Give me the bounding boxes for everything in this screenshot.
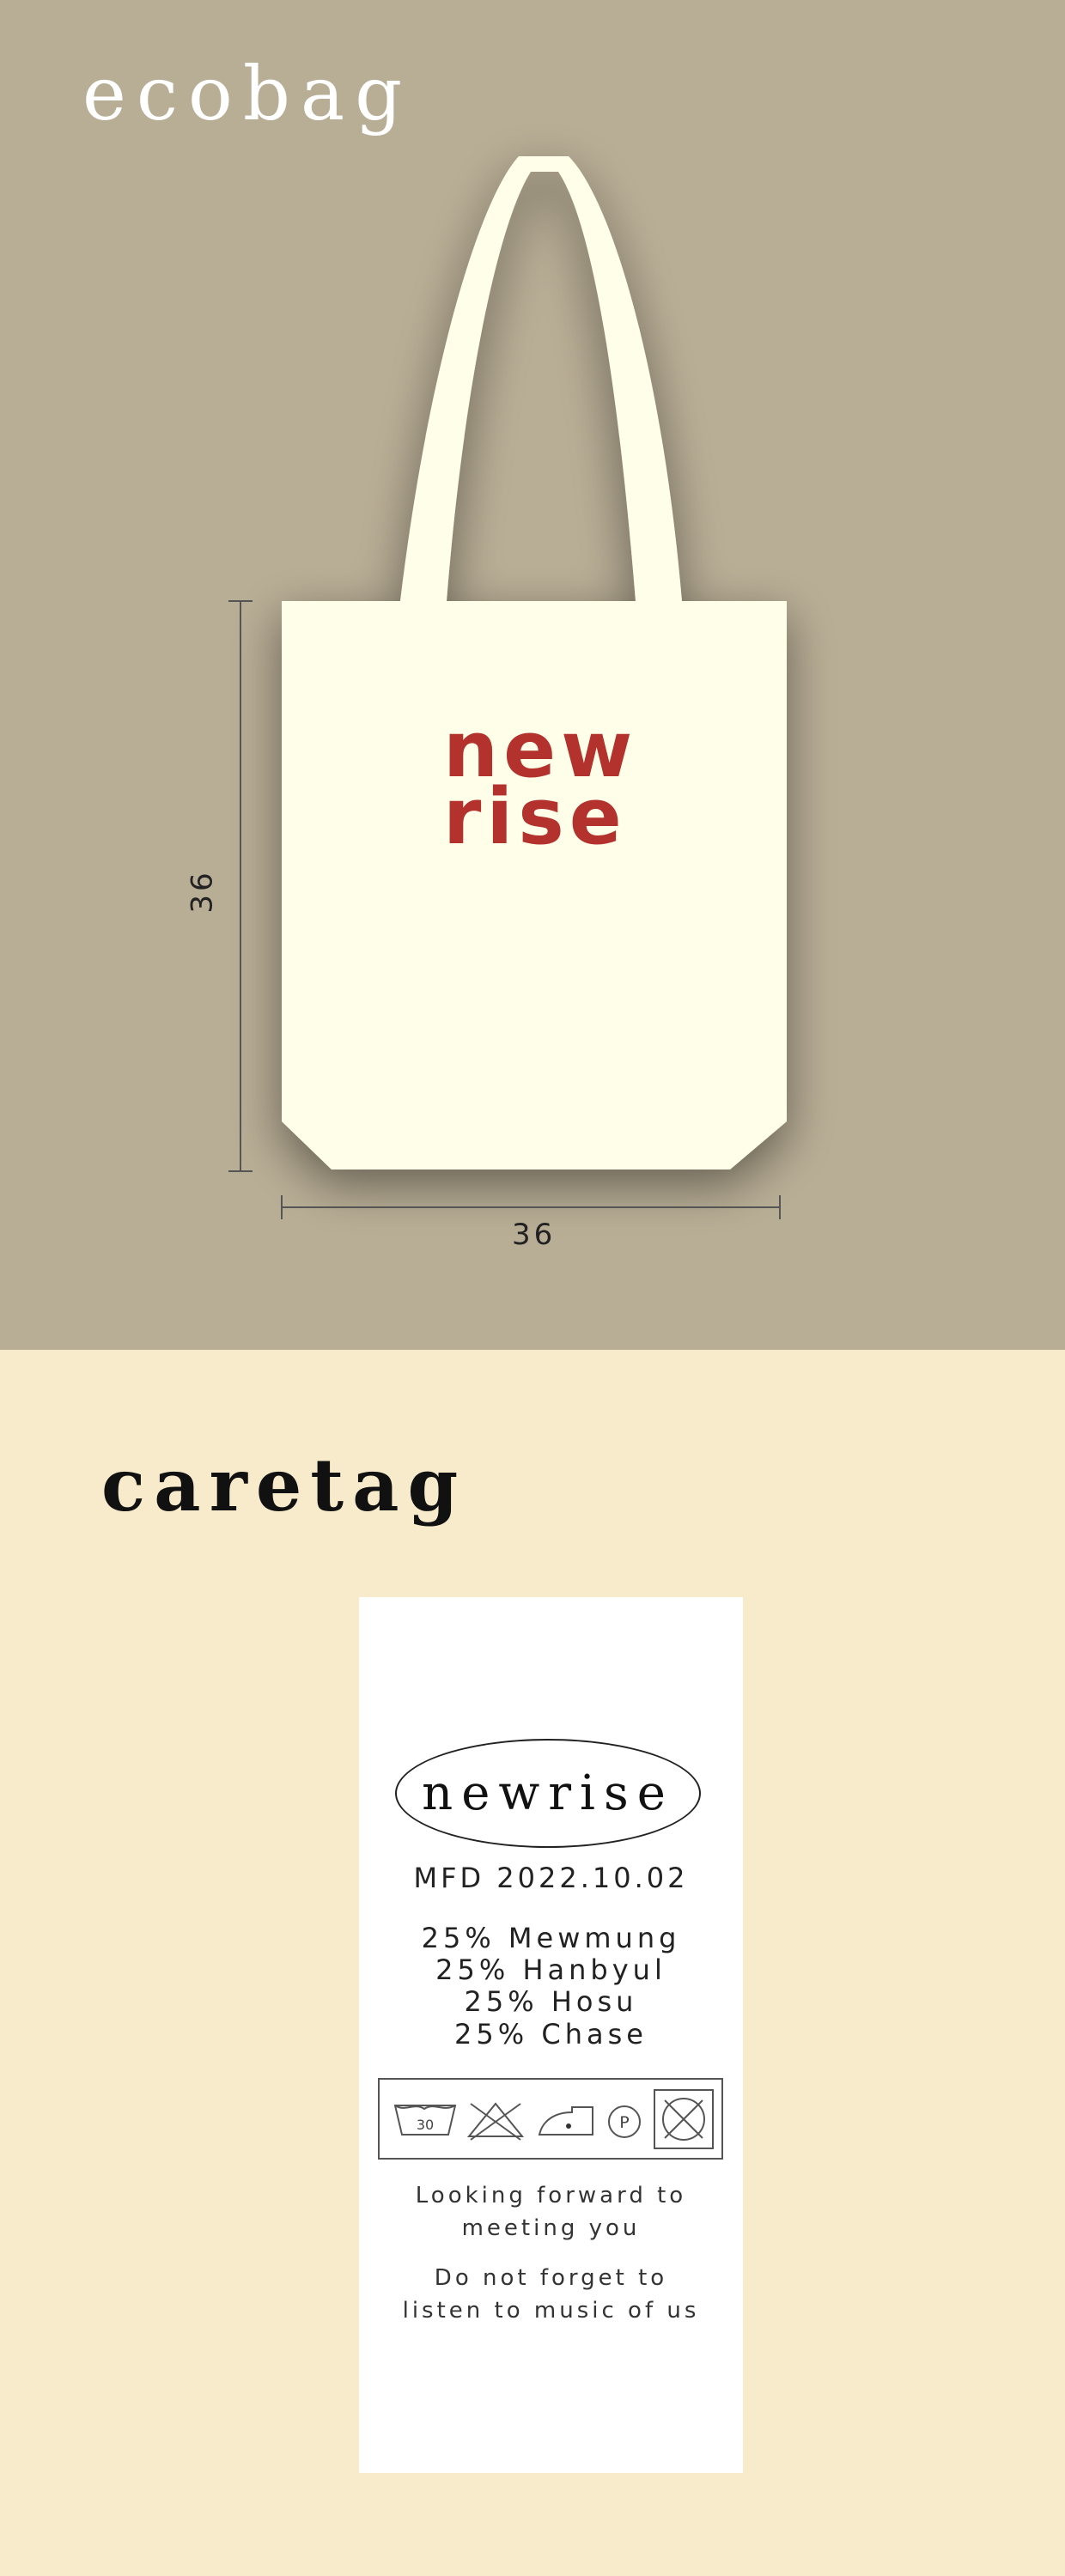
tag-brand: newrise xyxy=(395,1739,701,1848)
no-bleach-icon xyxy=(466,2102,525,2141)
no-tumble-dry-icon xyxy=(654,2089,714,2149)
bag-body xyxy=(282,601,787,1170)
ecobag-illustration xyxy=(228,156,787,1219)
wash-30-icon: 30 xyxy=(393,2105,457,2136)
tag-message-1-line-2: meeting you xyxy=(461,2215,641,2241)
height-label: 36 xyxy=(185,869,220,914)
composition-line: 25% Chase xyxy=(454,2018,648,2050)
dry-clean-letter: P xyxy=(619,2113,629,2132)
iron-low-icon xyxy=(538,2106,593,2136)
tag-message-1: Looking forward to meeting you xyxy=(359,2179,743,2245)
bag-handle xyxy=(400,156,682,601)
composition-line: 25% Hanbyul xyxy=(435,1953,666,1986)
tag-message-2-line-2: listen to music of us xyxy=(402,2298,700,2324)
dry-clean-p-icon: P xyxy=(608,2105,641,2138)
bag-logo: new rise xyxy=(443,712,666,856)
caretag-title: caretag xyxy=(101,1443,467,1528)
composition-line: 25% Mewmung xyxy=(421,1922,681,1954)
width-label: 36 xyxy=(512,1218,557,1252)
care-tag: newrise MFD 2022.10.02 25% Mewmung 25% H… xyxy=(359,1597,743,2473)
tag-mfd: MFD 2022.10.02 xyxy=(413,1862,689,1894)
tag-message-2-line-1: Do not forget to xyxy=(434,2265,668,2291)
tag-message-2: Do not forget to listen to music of us xyxy=(359,2262,743,2327)
care-symbols-box: 30 P xyxy=(378,2078,723,2160)
wash-temp-label: 30 xyxy=(417,2117,434,2133)
composition-line: 25% Hosu xyxy=(464,1985,638,2018)
tag-message-1-line-1: Looking forward to xyxy=(415,2183,687,2208)
